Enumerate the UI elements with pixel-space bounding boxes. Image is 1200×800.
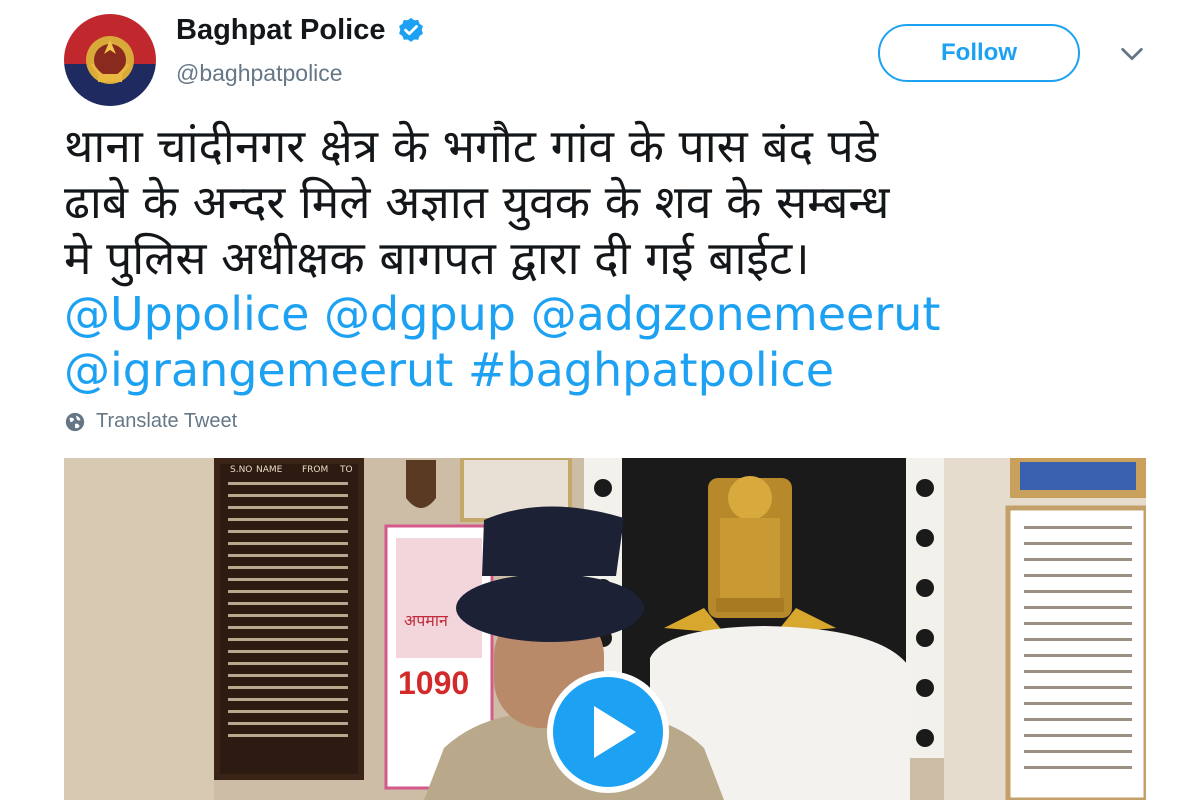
poster-number: 1090	[398, 665, 469, 701]
play-icon[interactable]	[546, 670, 670, 794]
board-to: TO	[339, 465, 353, 475]
tweet-mentions-line: @igrangemeerut #baghpatpolice	[64, 342, 1164, 398]
tweet-text-line: थाना चांदीनगर क्षेत्र के भगौट गांव के पा…	[64, 119, 879, 173]
tweet-text-line: मे पुलिस अधीक्षक बागपत द्वारा दी गई बाईट…	[64, 231, 810, 285]
profile-name-row: Baghpat Police	[176, 14, 426, 47]
poster-title: अपमान	[404, 611, 449, 630]
honours-board: S.NO NAME FROM TO	[214, 458, 364, 780]
follow-button[interactable]: Follow	[878, 24, 1080, 82]
translate-label: Translate Tweet	[96, 410, 238, 432]
profile-avatar[interactable]	[64, 14, 156, 106]
board-sno: S.NO	[230, 465, 252, 475]
chevron-down-icon[interactable]	[1118, 40, 1146, 68]
translate-tweet-link[interactable]: Translate Tweet	[64, 410, 237, 433]
hashtag-link[interactable]: #baghpatpolice	[468, 343, 834, 397]
profile-handle[interactable]: @baghpatpolice	[176, 60, 343, 87]
mention-link[interactable]: @dgpup	[324, 287, 516, 341]
police-emblem-icon	[64, 14, 156, 106]
globe-icon	[65, 412, 85, 431]
board-from: FROM	[302, 465, 328, 475]
tweet-text-line: ढाबे के अन्दर मिले अज्ञात युवक के शव के …	[64, 175, 890, 229]
tweet-mentions-line: @Uppolice @dgpup @adgzonemeerut	[64, 286, 1164, 342]
board-name: NAME	[256, 465, 283, 475]
mention-link[interactable]: @Uppolice	[64, 287, 309, 341]
verified-badge-icon	[398, 17, 423, 42]
profile-name[interactable]: Baghpat Police	[176, 14, 386, 47]
tweet-text: थाना चांदीनगर क्षेत्र के भगौट गांव के पा…	[64, 118, 1164, 398]
mention-link[interactable]: @adgzonemeerut	[531, 287, 941, 341]
mention-link[interactable]: @igrangemeerut	[64, 343, 453, 397]
